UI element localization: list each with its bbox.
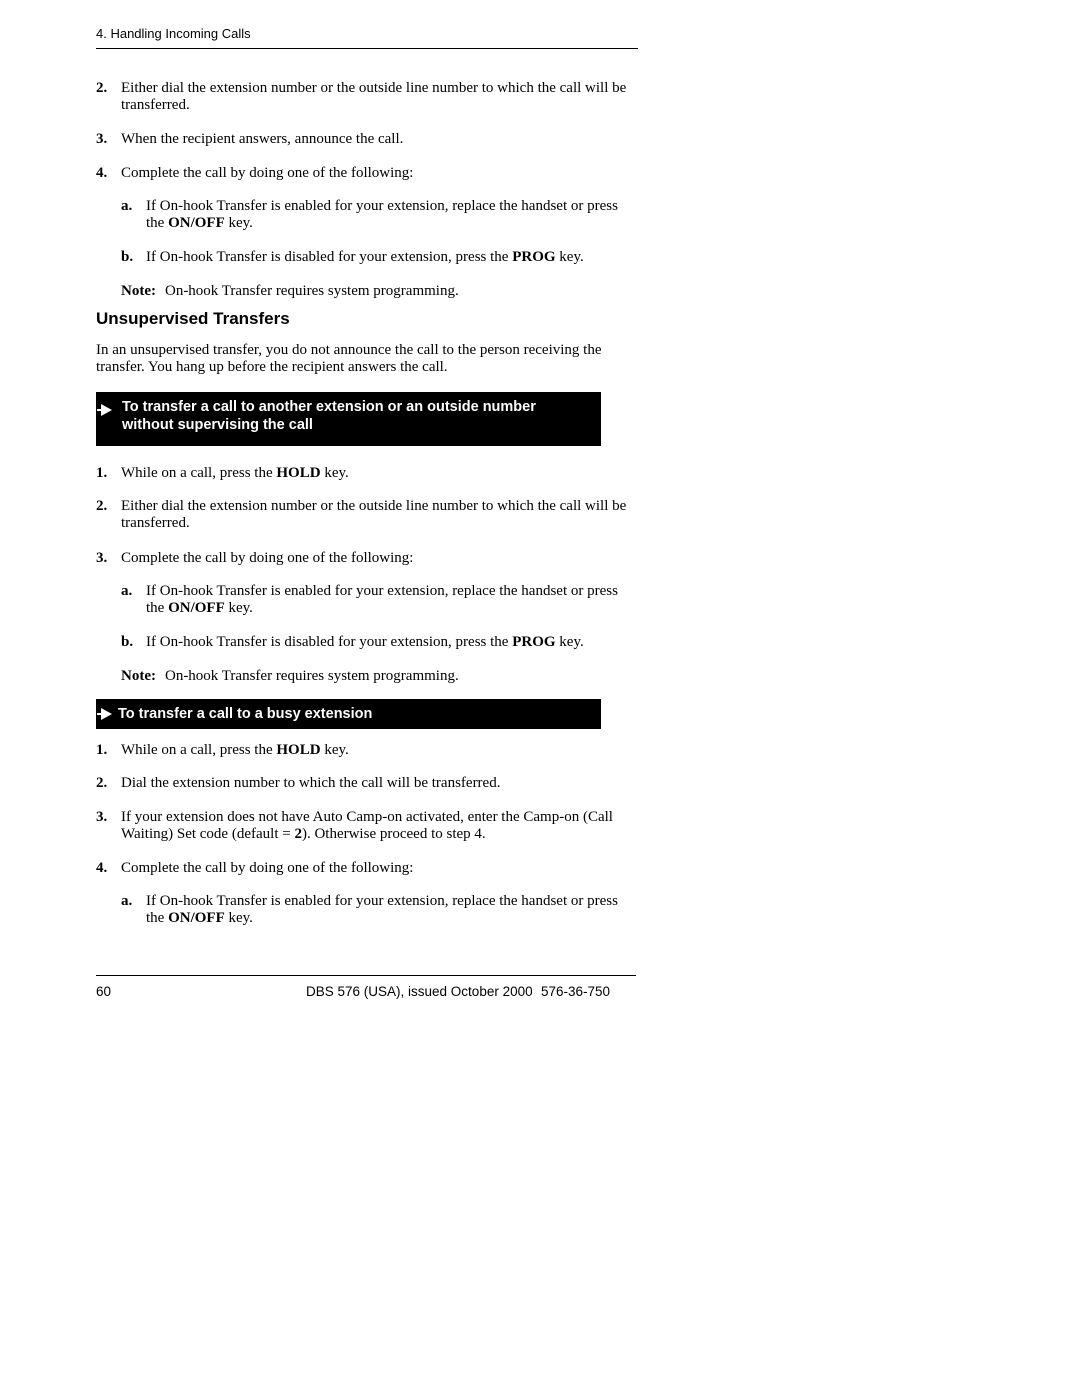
step-text: While on a call, press the HOLD key. xyxy=(121,742,349,758)
chapter-title: 4. Handling Incoming Calls xyxy=(96,26,251,41)
key-name: HOLD xyxy=(276,742,321,758)
procedure-callout: To transfer a call to another extension … xyxy=(96,392,601,446)
key-name: PROG xyxy=(512,634,556,650)
step-number: 2. xyxy=(96,80,108,96)
step-number: 1. xyxy=(96,465,108,481)
note-text: On-hook Transfer requires system program… xyxy=(164,283,459,299)
document-number: 576-36-750 xyxy=(541,984,611,999)
note: Note: On-hook Transfer requires system pr… xyxy=(121,668,621,685)
procedure-title: To transfer a call to another extension … xyxy=(122,399,536,433)
substep-text: If On-hook Transfer is enabled for your … xyxy=(146,198,618,231)
step-text: When the recipient answers, announce the… xyxy=(121,131,404,147)
key-name: ON/OFF xyxy=(168,910,225,926)
substep-letter: b. xyxy=(121,634,134,650)
key-name: 2 xyxy=(294,826,302,842)
substep-text: If On-hook Transfer is enabled for your … xyxy=(146,583,618,616)
step-number: 1. xyxy=(96,742,108,758)
step-item: 4. Complete the call by doing one of the… xyxy=(96,165,638,182)
key-name: ON/OFF xyxy=(168,215,225,231)
substep-letter: a. xyxy=(121,893,133,909)
step-text: If your extension does not have Auto Cam… xyxy=(121,809,613,842)
key-name: ON/OFF xyxy=(168,600,225,616)
running-header: 4. Handling Incoming Calls xyxy=(96,26,638,49)
step-number: 3. xyxy=(96,550,108,566)
note-label: Note: xyxy=(121,283,156,299)
substep-text: If On-hook Transfer is enabled for your … xyxy=(146,893,618,926)
procedure-title: To transfer a call to a busy extension xyxy=(118,706,373,722)
key-name: PROG xyxy=(512,249,556,265)
step-item: 2. Either dial the extension number or t… xyxy=(96,80,638,114)
note: Note: On-hook Transfer requires system pr… xyxy=(121,283,621,300)
substep-item: a. If On-hook Transfer is enabled for yo… xyxy=(121,893,621,927)
step-number: 4. xyxy=(96,165,108,181)
arrow-right-icon xyxy=(97,708,112,720)
step-text: Complete the call by doing one of the fo… xyxy=(121,550,414,566)
step-text: Complete the call by doing one of the fo… xyxy=(121,165,414,181)
step-text: Complete the call by doing one of the fo… xyxy=(121,860,414,876)
step-text: Either dial the extension number or the … xyxy=(121,80,627,113)
step-number: 3. xyxy=(96,809,108,825)
note-text: On-hook Transfer requires system program… xyxy=(164,668,459,684)
step-number: 3. xyxy=(96,131,108,147)
section-heading: Unsupervised Transfers xyxy=(96,309,290,328)
key-name: HOLD xyxy=(276,465,321,481)
step-item: 3. Complete the call by doing one of the… xyxy=(96,550,638,567)
step-text: Dial the extension number to which the c… xyxy=(121,775,501,791)
step-item: 4. Complete the call by doing one of the… xyxy=(96,860,638,877)
substep-text: If On-hook Transfer is disabled for your… xyxy=(146,634,584,650)
arrow-right-icon xyxy=(97,404,112,416)
step-item: 1. While on a call, press the HOLD key. xyxy=(96,465,638,482)
page-footer: 60 DBS 576 (USA), issued October 2000 57… xyxy=(96,975,636,1002)
substep-text: If On-hook Transfer is disabled for your… xyxy=(146,249,584,265)
substep-item: b. If On-hook Transfer is disabled for y… xyxy=(121,249,621,266)
substep-letter: b. xyxy=(121,249,134,265)
substep-item: a. If On-hook Transfer is enabled for yo… xyxy=(121,583,621,617)
document-title: DBS 576 (USA), issued October 2000 xyxy=(306,984,533,999)
substep-letter: a. xyxy=(121,583,133,599)
step-item: 3. When the recipient answers, announce … xyxy=(96,131,638,148)
step-number: 2. xyxy=(96,498,108,514)
step-number: 4. xyxy=(96,860,108,876)
step-item: 1. While on a call, press the HOLD key. xyxy=(96,742,638,759)
substep-letter: a. xyxy=(121,198,133,214)
step-number: 2. xyxy=(96,775,108,791)
step-item: 2. Either dial the extension number or t… xyxy=(96,498,638,532)
step-item: 2. Dial the extension number to which th… xyxy=(96,775,638,792)
note-label: Note: xyxy=(121,668,156,684)
procedure-callout: To transfer a call to a busy extension xyxy=(96,699,601,729)
substep-item: b. If On-hook Transfer is disabled for y… xyxy=(121,634,621,651)
page-number: 60 xyxy=(96,984,112,999)
step-text: Either dial the extension number or the … xyxy=(121,498,627,531)
section-paragraph: In an unsupervised transfer, you do not … xyxy=(96,342,602,375)
step-text: While on a call, press the HOLD key. xyxy=(121,465,349,481)
step-item: 3. If your extension does not have Auto … xyxy=(96,809,638,843)
substep-item: a. If On-hook Transfer is enabled for yo… xyxy=(121,198,621,232)
